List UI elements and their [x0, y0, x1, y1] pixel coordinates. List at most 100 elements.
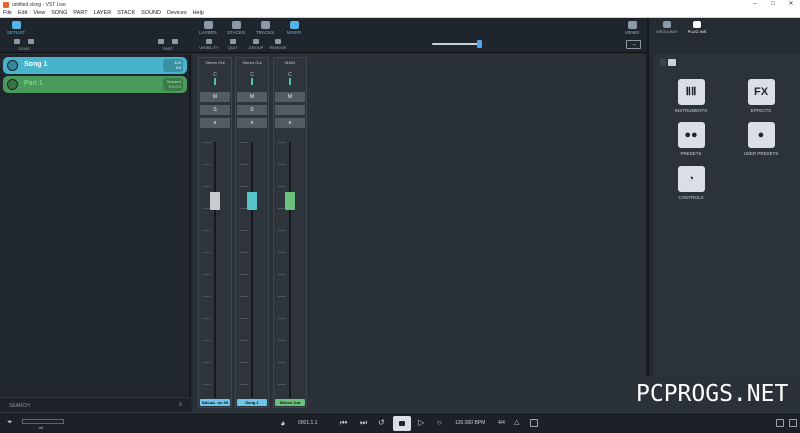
pan-indicator[interactable] — [214, 78, 216, 85]
menu-file[interactable]: File — [0, 10, 15, 16]
visibility-button[interactable]: VISIBILITY — [199, 39, 219, 50]
plugin-instruments[interactable]: ⅡⅡ INSTRUMENTS — [666, 79, 716, 113]
menu-stack[interactable]: STACK — [114, 10, 138, 16]
forward-icon[interactable]: ⏭ — [360, 418, 367, 428]
menu-devices[interactable]: Devices — [164, 10, 190, 16]
gear-icon — [627, 21, 637, 29]
window-title: untitled.vlsng - VST Live — [12, 1, 66, 8]
volume-fader[interactable] — [210, 192, 220, 210]
piano-icon: ⅡⅡ — [685, 86, 697, 98]
close-button[interactable]: ✕ — [782, 0, 800, 9]
input-icon[interactable]: ⏷ — [7, 418, 13, 428]
solo-button[interactable]: S — [237, 105, 267, 115]
position-display[interactable]: 0001.1.1 — [298, 419, 317, 428]
user-presets-icon: ● — [757, 129, 765, 141]
menu-song[interactable]: SONG — [48, 10, 70, 16]
edit-button[interactable]: e — [200, 118, 230, 128]
remove-part-icon — [172, 39, 178, 44]
tab-tracks[interactable]: TRACKS — [255, 21, 275, 35]
layout-left-icon[interactable] — [776, 419, 784, 427]
menu-edit[interactable]: Edit — [15, 10, 30, 16]
plugin-presets[interactable]: ●● PRESETS — [666, 122, 716, 156]
record-button[interactable]: ○ — [437, 418, 442, 428]
cycle-icon[interactable]: ↺ — [378, 418, 385, 428]
scale-tick — [203, 340, 211, 341]
back-bar[interactable] — [660, 59, 666, 66]
pan-indicator[interactable] — [289, 78, 291, 85]
part-info-line2: 0.0.0.0 — [168, 84, 181, 89]
mixer-icon — [289, 21, 299, 29]
search-bar[interactable]: SEARCH x — [0, 397, 191, 412]
song-signature: 4/4 — [175, 65, 181, 70]
setlist-button[interactable]: SETLIST — [6, 21, 26, 35]
channel-name[interactable]: Stereo Out — [275, 399, 305, 406]
menu-view[interactable]: View — [30, 10, 48, 16]
watermark-text: PCPROGS.NET — [636, 381, 789, 407]
output-selector[interactable]: Stereo Out — [199, 60, 231, 65]
app-icon — [3, 1, 9, 8]
metronome-icon[interactable]: ◕ — [280, 418, 285, 428]
home-icon[interactable] — [668, 59, 676, 66]
edit-button[interactable]: e — [237, 118, 267, 128]
layout-right-icon[interactable] — [789, 419, 797, 427]
pan-indicator[interactable] — [251, 78, 253, 85]
watermark: PCPROGS.NET — [630, 376, 800, 412]
output-selector[interactable]: Stereo Out — [236, 60, 268, 65]
tab-mixer[interactable]: MIXER — [284, 21, 304, 35]
signature-display[interactable]: 4/4 — [498, 419, 505, 428]
menu-help[interactable]: Help — [190, 10, 207, 16]
song-row[interactable]: Song 1 120 4/4 — [3, 57, 187, 74]
plugin-user-presets[interactable]: ● USER PRESETS — [736, 122, 786, 156]
remove-button[interactable]: REMOVE — [268, 39, 288, 50]
solo-button[interactable] — [275, 105, 305, 115]
scale-tick — [278, 362, 286, 363]
transport-bar: ⏷ -inf ◕ 0001.1.1 ⏮ ⏭ ↺ ▷ ○ 120.000 BPM … — [0, 412, 800, 433]
scale-tick — [240, 318, 248, 319]
plugin-controls[interactable]: ◔ CONTROLS — [666, 166, 716, 200]
quit-button[interactable]: QUIT — [223, 39, 243, 50]
output-selector[interactable]: MAIN — [274, 60, 306, 65]
group-button[interactable]: GROUP — [246, 39, 266, 50]
rewind-icon[interactable]: ⏮ — [340, 418, 347, 428]
tab-plug-ins[interactable]: PLUG INS — [683, 21, 711, 34]
play-button[interactable]: ▷ — [418, 418, 424, 428]
zoom-slider-thumb[interactable] — [477, 40, 482, 48]
toggle-square[interactable] — [530, 419, 538, 427]
channel-name[interactable]: NALaa...nn 00 — [200, 399, 230, 406]
menu-part[interactable]: PART — [70, 10, 90, 16]
clear-search-icon[interactable]: x — [179, 402, 182, 408]
part-name: Part 1 — [24, 80, 43, 87]
song-controls[interactable]: SONG — [10, 39, 38, 51]
part-row[interactable]: Part 1 Stacked 0.0.0.0 — [3, 76, 187, 93]
mute-button[interactable]: M — [200, 92, 230, 102]
volume-fader[interactable] — [285, 192, 295, 210]
minimize-button[interactable]: – — [746, 0, 764, 9]
list-icon — [11, 21, 21, 29]
stop-button[interactable] — [393, 416, 411, 431]
menu-sound[interactable]: SOUND — [138, 10, 164, 16]
part-controls[interactable]: PART — [154, 39, 182, 51]
fader-scale — [203, 142, 211, 398]
mute-button[interactable]: M — [275, 92, 305, 102]
play-icon[interactable] — [7, 79, 18, 90]
tempo-display[interactable]: 120.000 BPM — [455, 419, 485, 428]
arrow-right-icon[interactable]: → — [626, 40, 641, 49]
edit-button[interactable]: e — [275, 118, 305, 128]
channel-name[interactable]: Song 1 — [237, 399, 267, 406]
views-button[interactable]: VIEWS — [622, 21, 642, 35]
mute-button[interactable]: M — [237, 92, 267, 102]
volume-fader[interactable] — [247, 192, 257, 210]
tab-media-bay[interactable]: MEDIA BAY — [653, 21, 681, 34]
solo-button[interactable]: S — [200, 105, 230, 115]
click-icon[interactable]: △ — [514, 418, 519, 428]
tab-layers[interactable]: LAYERS — [198, 21, 218, 35]
tab-stacks[interactable]: STACKS — [226, 21, 246, 35]
maximize-button[interactable]: □ — [764, 0, 782, 9]
window-controls: – □ ✕ — [746, 0, 800, 9]
plugin-effects[interactable]: FX EFFECTS — [736, 79, 786, 113]
scale-tick — [240, 142, 248, 143]
menu-layer[interactable]: LAYER — [91, 10, 115, 16]
scale-tick — [240, 186, 248, 187]
fader-track — [289, 142, 291, 398]
zoom-slider[interactable] — [432, 43, 482, 45]
